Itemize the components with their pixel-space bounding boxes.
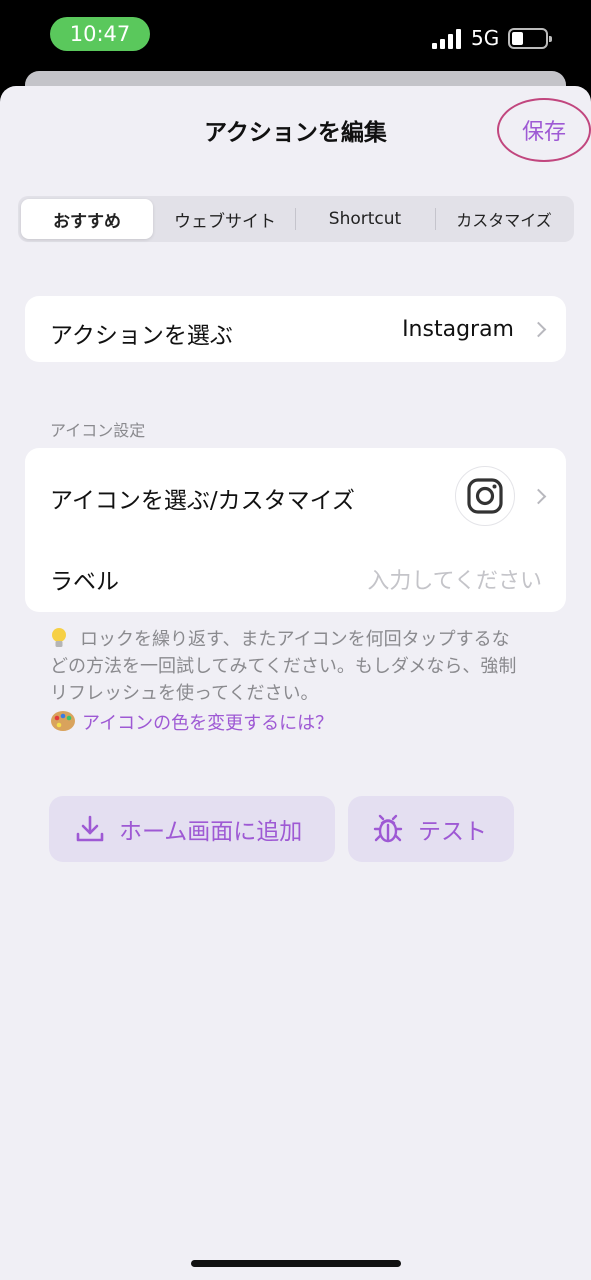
icon-settings-header: アイコン設定 bbox=[50, 421, 146, 440]
instagram-icon bbox=[467, 478, 503, 514]
change-icon-color-text: アイコンの色を変更するには？ bbox=[82, 713, 334, 734]
battery-icon bbox=[508, 28, 552, 49]
icon-settings-card: アイコンを選ぶ/カスタマイズ ラベル 入力してください bbox=[25, 448, 566, 612]
label-row: ラベル 入力してください bbox=[25, 544, 566, 612]
network-label: 5G bbox=[471, 26, 500, 50]
tab-customize[interactable]: カスタマイズ bbox=[436, 199, 572, 239]
choose-action-label: アクションを選ぶ bbox=[50, 323, 233, 349]
home-indicator bbox=[191, 1260, 401, 1267]
chevron-right-icon bbox=[530, 321, 547, 338]
tab-recommended[interactable]: おすすめ bbox=[21, 199, 153, 239]
label-row-label: ラベル bbox=[50, 569, 119, 595]
status-bar: 10:47 5G bbox=[0, 0, 591, 70]
add-to-home-label: ホーム画面に追加 bbox=[119, 819, 303, 845]
hint-line-1: ロックを繰り返す、またアイコンを何回タップするな bbox=[80, 629, 510, 650]
save-label: 保存 bbox=[521, 120, 566, 145]
palette-icon bbox=[50, 710, 76, 737]
hint-line-3: リフレッシュを使ってください。 bbox=[50, 683, 319, 704]
choose-icon-label: アイコンを選ぶ/カスタマイズ bbox=[50, 488, 355, 514]
change-icon-color-link[interactable]: アイコンの色を変更するには？ bbox=[50, 709, 333, 737]
tab-shortcut[interactable]: Shortcut bbox=[296, 199, 434, 239]
hint-line-2: どの方法を一回試してみてください。もしダメなら、強制 bbox=[50, 656, 517, 677]
status-time: 10:47 bbox=[69, 22, 131, 46]
label-input[interactable]: 入力してください bbox=[367, 563, 542, 595]
time-pill: 10:47 bbox=[50, 17, 150, 51]
add-to-home-button[interactable]: ホーム画面に追加 bbox=[49, 796, 335, 862]
hint-text: ロックを繰り返す、またアイコンを何回タップするな どの方法を一回試してみてくださ… bbox=[50, 626, 545, 707]
hint-line: ロックを繰り返す、またアイコンを何回タップするな bbox=[50, 626, 545, 653]
chevron-right-icon bbox=[530, 488, 547, 505]
tab-bar: おすすめ ウェブサイト Shortcut カスタマイズ bbox=[18, 196, 574, 242]
choose-icon-row[interactable]: アイコンを選ぶ/カスタマイズ bbox=[25, 448, 566, 544]
choose-action-value: Instagram bbox=[402, 317, 514, 342]
bug-icon bbox=[373, 814, 403, 843]
signal-icon bbox=[432, 29, 464, 49]
test-button[interactable]: テスト bbox=[348, 796, 514, 862]
download-icon bbox=[76, 815, 104, 842]
test-label: テスト bbox=[418, 819, 487, 845]
lightbulb-icon bbox=[50, 627, 68, 649]
save-button[interactable]: 保存 bbox=[497, 98, 591, 162]
edit-action-sheet: アクションを編集 保存 おすすめ ウェブサイト Shortcut カスタマイズ … bbox=[0, 86, 591, 1280]
icon-preview bbox=[455, 466, 515, 526]
choose-action-row[interactable]: アクションを選ぶ Instagram bbox=[25, 296, 566, 362]
tab-website[interactable]: ウェブサイト bbox=[156, 199, 294, 239]
